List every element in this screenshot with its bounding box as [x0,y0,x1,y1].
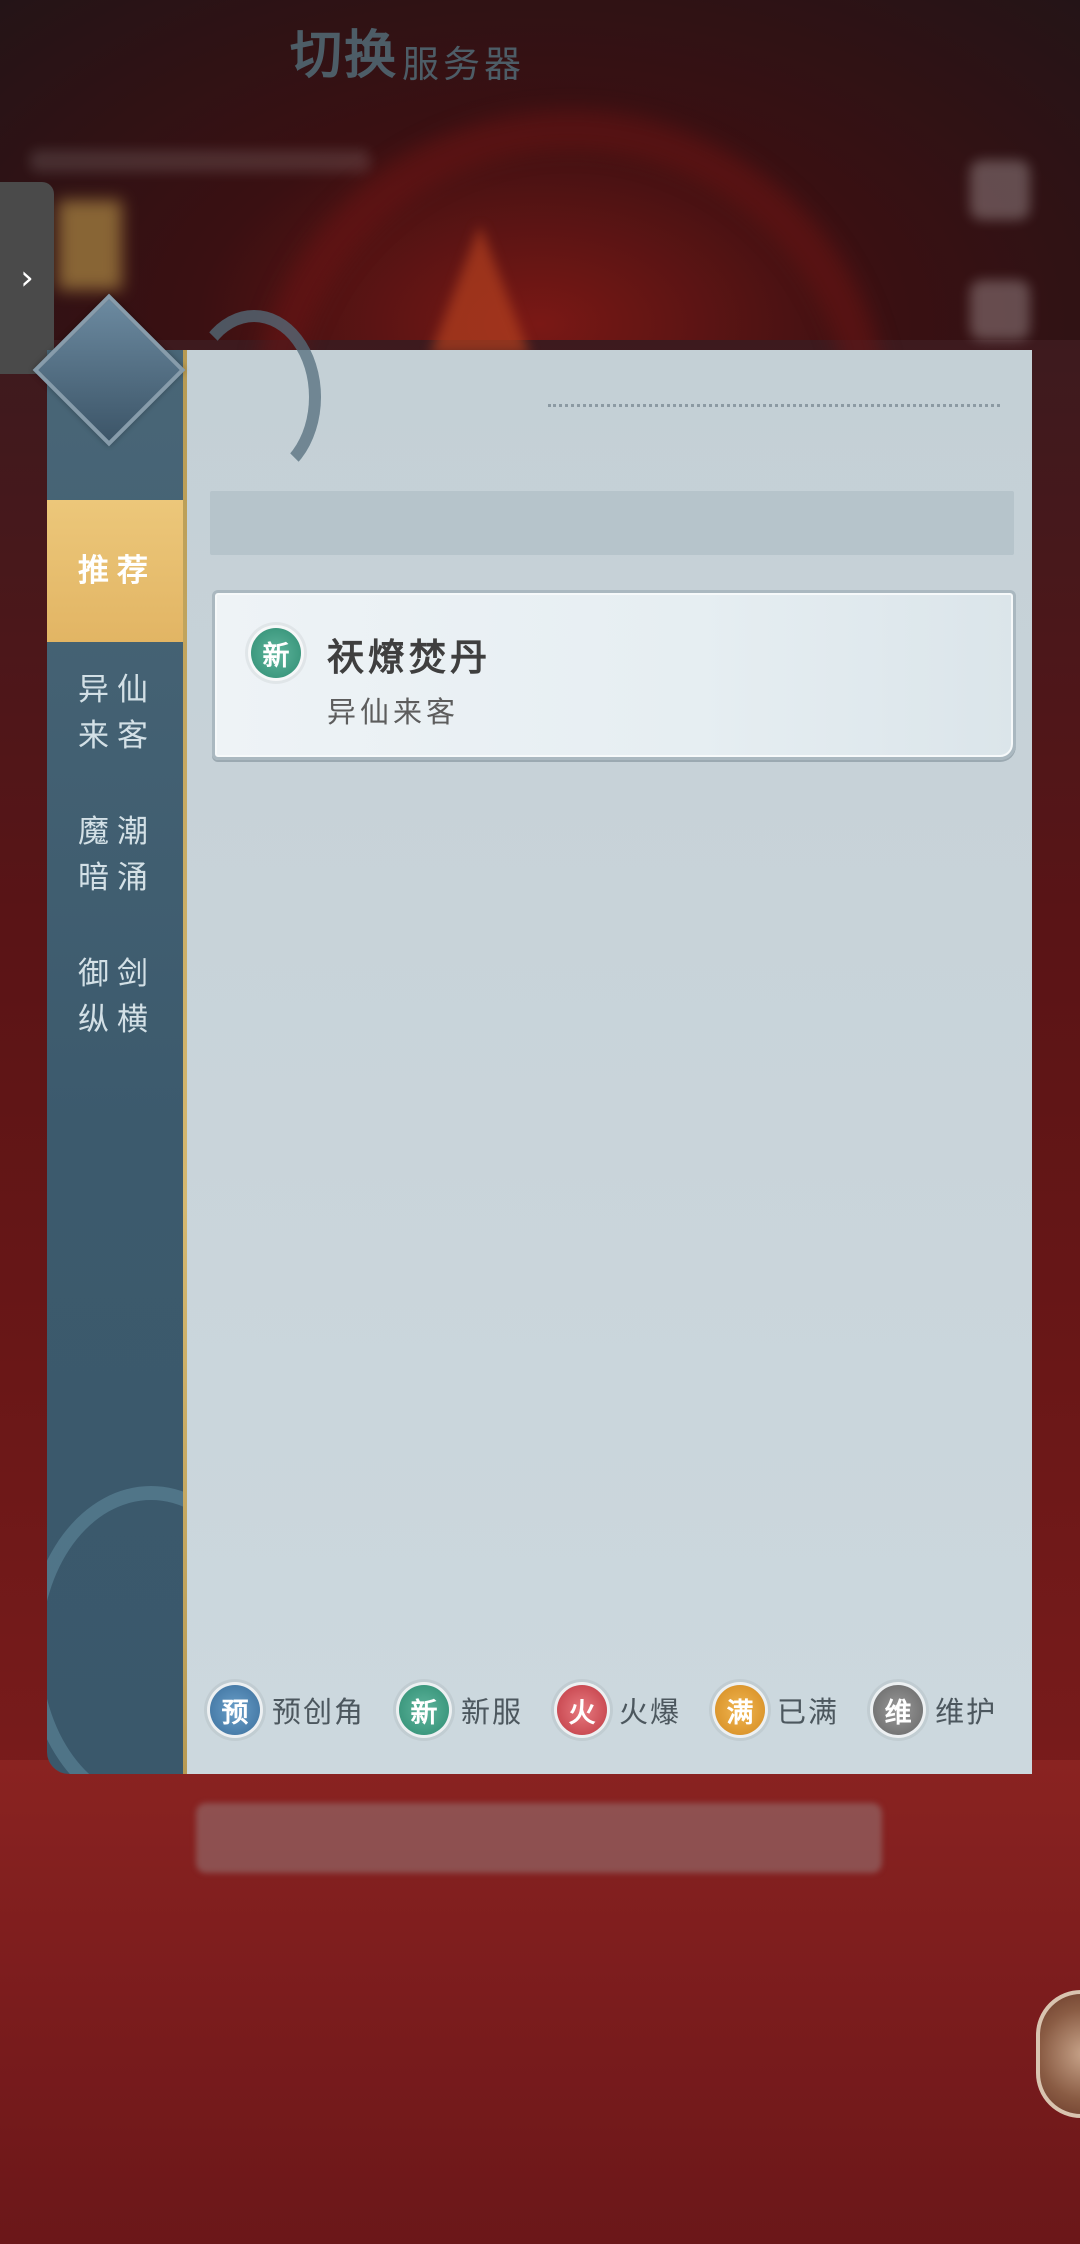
server-select-field [196,1803,882,1873]
legend-label: 预创角 [272,1695,366,1729]
server-category-sidebar: 推荐 异仙 来客 魔潮 暗涌 御剑 纵横 [47,350,187,1774]
sidebar-item-yujian-zongheng[interactable]: 御剑 纵横 [47,926,187,1068]
sidebar-item-label: 异仙 来客 [78,672,156,754]
sidebar-item-label: 推荐 [78,553,156,589]
dialog-title: 切换 服务器 [290,18,525,88]
emblem-diamond [32,293,186,447]
sidebar-item-recommended[interactable]: 推荐 [47,500,187,642]
new-server-badge-icon: 新 [251,628,301,678]
title-divider [548,404,1000,407]
new-badge-icon: 新 [399,1685,450,1735]
bg-notice-text [30,150,370,172]
legend-label: 维护 [935,1695,998,1729]
title-main: 切换 [290,25,399,86]
chevron-right-icon: › [20,258,34,298]
pre-create-badge-icon: 预 [210,1685,260,1735]
legend-label: 已满 [777,1695,840,1729]
legend-new: 新 新服 [399,1685,523,1735]
sidebar-item-yixian-laike[interactable]: 异仙 来客 [47,642,187,784]
sidebar-item-mochao-anyong[interactable]: 魔潮 暗涌 [47,784,187,926]
sidebar-item-label: 御剑 纵横 [78,956,156,1038]
legend-label: 火爆 [619,1695,682,1729]
maintenance-badge-icon: 维 [873,1685,924,1735]
legend-label: 新服 [461,1695,524,1729]
enter-game-button [350,1918,730,1988]
legend-pre-create: 预 预创角 [210,1685,365,1735]
account-icon [970,280,1030,340]
server-search-bar[interactable] [210,491,1014,555]
server-switch-dialog: 推荐 异仙 来客 魔潮 暗涌 御剑 纵横 [32,293,1032,1774]
legend-maintenance: 维 维护 [873,1685,997,1735]
sidebar-item-label: 魔潮 暗涌 [78,814,156,896]
bg-emblem [58,200,122,290]
settings-icon [970,160,1030,220]
server-list-panel [187,350,1032,1774]
full-badge-icon: 满 [715,1685,766,1735]
legend-full: 满 已满 [715,1685,839,1735]
status-legend: 预 预创角 新 新服 火 火爆 满 已满 维 维护 [210,1682,1010,1738]
title-sub: 服务器 [402,43,526,86]
hot-badge-icon: 火 [557,1685,608,1735]
health-notice [120,2044,960,2114]
bg-peak [430,225,530,355]
dialog-emblem-icon [32,293,186,447]
legend-hot: 火 火爆 [557,1685,681,1735]
server-group: 异仙来客 [327,695,460,729]
sidebar-decoration [47,1486,187,1774]
server-item[interactable]: 新 祆燎焚丹 异仙来客 [212,590,1016,760]
cloud-swirl-icon [187,310,321,484]
server-name: 祆燎焚丹 [327,635,491,679]
